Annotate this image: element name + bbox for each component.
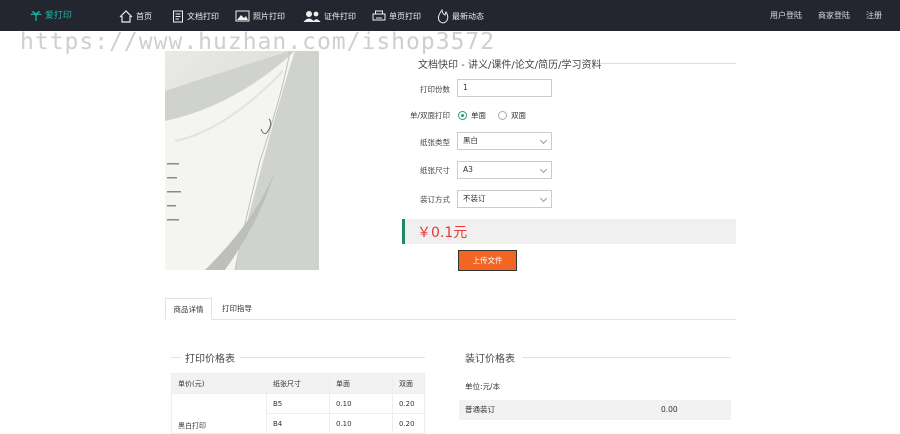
price-panel: ￥0.1元 xyxy=(402,219,736,244)
cell-size: B4 xyxy=(266,413,330,434)
nav-news[interactable]: 最新动态 xyxy=(437,6,484,26)
nav-home-label: 首页 xyxy=(136,11,152,21)
fire-icon xyxy=(437,8,449,24)
home-icon xyxy=(119,9,133,23)
row-group-label: 黑白打印 xyxy=(171,393,267,434)
price-value: ￥0.1元 xyxy=(417,225,468,241)
copies-label: 打印份数 xyxy=(420,85,450,94)
cell-double: 0.20 xyxy=(392,413,425,434)
radio-checked-icon xyxy=(458,111,467,120)
document-icon xyxy=(173,10,183,22)
single-side-label: 单面 xyxy=(471,111,486,120)
double-side-radio[interactable]: 双面 xyxy=(498,110,526,121)
nav-single-page-print[interactable]: 单页打印 xyxy=(372,6,421,26)
title-divider xyxy=(600,63,736,64)
paper-type-label: 纸张类型 xyxy=(420,138,450,147)
nav-document-print-label: 文档打印 xyxy=(187,11,219,21)
binding-label: 装订方式 xyxy=(420,195,450,204)
col-double: 双面 xyxy=(392,373,425,394)
chevron-down-icon xyxy=(539,165,548,174)
photo-icon xyxy=(235,10,250,22)
id-card-icon xyxy=(303,10,321,22)
top-navbar: 爱打印 首页 文档打印 照片打印 证件打印 单页打印 最新动态 用户登陆 商家登… xyxy=(0,0,900,31)
cell-size: B5 xyxy=(266,393,330,414)
paper-type-select[interactable]: 黑白 xyxy=(457,132,552,150)
product-image xyxy=(165,51,319,270)
binding-value: 不装订 xyxy=(463,194,486,203)
logo-text: 爱打印 xyxy=(44,11,72,21)
nav-document-print[interactable]: 文档打印 xyxy=(172,6,219,26)
binding-table-line xyxy=(522,357,731,358)
user-login-link[interactable]: 用户登陆 xyxy=(770,10,802,21)
nav-home[interactable]: 首页 xyxy=(119,6,152,26)
merchant-login-link[interactable]: 商家登陆 xyxy=(818,10,850,21)
table-row: 普通装订 0.00 xyxy=(459,400,731,420)
nav-id-print-label: 证件打印 xyxy=(324,11,356,21)
binding-name: 普通装订 xyxy=(465,405,495,414)
price-table-title: 打印价格表 xyxy=(185,354,235,365)
watermark: https://www.huzhan.com/ishop3572 xyxy=(20,29,496,55)
price-table: 单价(元) 纸张尺寸 单面 双面 黑白打印 B5 0.10 0.20 B4 0.… xyxy=(171,373,425,434)
cell-double: 0.20 xyxy=(392,393,425,414)
product-title: 文档快印 - 讲义/课件/论文/简历/学习资料 xyxy=(418,60,602,71)
binding-table-title: 装订价格表 xyxy=(465,354,515,365)
nav-news-label: 最新动态 xyxy=(452,11,484,21)
price-table-line-right xyxy=(240,357,425,358)
paper-size-label: 纸张尺寸 xyxy=(420,166,450,175)
col-unit-price: 单价(元) xyxy=(171,373,267,394)
paper-stack-illustration xyxy=(165,51,319,270)
chevron-down-icon xyxy=(539,136,548,145)
table-row: 黑白打印 B5 0.10 0.20 xyxy=(171,393,425,434)
chevron-down-icon xyxy=(539,194,548,203)
nav-photo-print[interactable]: 照片打印 xyxy=(235,6,285,26)
paper-size-value: A3 xyxy=(463,165,473,174)
radio-unchecked-icon xyxy=(498,111,507,120)
col-paper-size: 纸张尺寸 xyxy=(266,373,330,394)
col-single: 单面 xyxy=(329,373,393,394)
single-page-icon xyxy=(372,10,386,21)
nav-single-page-print-label: 单页打印 xyxy=(389,11,421,21)
palm-logo-icon xyxy=(30,10,42,21)
logo[interactable]: 爱打印 xyxy=(30,8,72,22)
register-link[interactable]: 注册 xyxy=(866,10,882,21)
paper-type-value: 黑白 xyxy=(463,136,478,145)
binding-price: 0.00 xyxy=(661,405,678,414)
tab-product-details[interactable]: 商品详情 xyxy=(165,298,212,320)
upload-file-button[interactable]: 上传文件 xyxy=(458,250,517,271)
tab-print-guide[interactable]: 打印指导 xyxy=(214,298,260,320)
price-table-header: 单价(元) 纸张尺寸 单面 双面 xyxy=(171,373,425,394)
cell-single: 0.10 xyxy=(329,393,393,414)
single-side-radio[interactable]: 单面 xyxy=(458,110,486,121)
price-table-line-left xyxy=(171,357,181,358)
binding-unit: 单位:元/本 xyxy=(465,382,501,391)
nav-photo-print-label: 照片打印 xyxy=(253,11,285,21)
double-side-label: 双面 xyxy=(511,111,526,120)
duplex-label: 单/双面打印 xyxy=(409,111,450,120)
copies-input[interactable]: 1 xyxy=(457,79,552,97)
cell-single: 0.10 xyxy=(329,413,393,434)
nav-id-print[interactable]: 证件打印 xyxy=(303,6,356,26)
binding-select[interactable]: 不装订 xyxy=(457,190,552,208)
paper-size-select[interactable]: A3 xyxy=(457,161,552,179)
